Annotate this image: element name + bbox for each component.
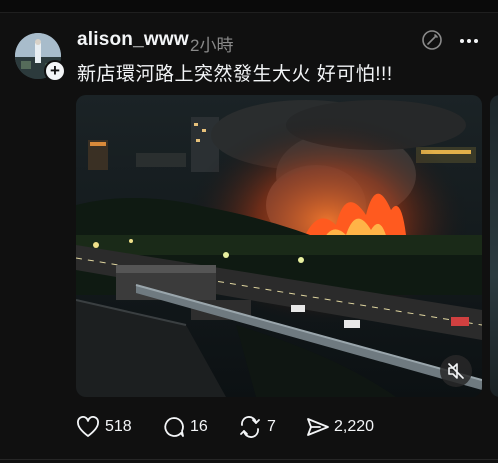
heart-icon [77,416,99,437]
repost-icon [240,416,260,438]
post-video[interactable] [76,95,482,397]
post-username[interactable]: alison_www [77,29,189,51]
reply-count: 16 [190,418,208,435]
comment-icon [164,417,184,437]
muted-speaker-icon [448,363,464,379]
repost-count: 7 [267,418,276,435]
reply-button[interactable]: 16 [162,414,212,442]
more-icon[interactable] [458,31,480,51]
post-timestamp: 2小時 [190,36,234,55]
edit-icon[interactable] [421,29,443,51]
like-count: 518 [105,418,132,435]
avatar-container[interactable]: + [15,33,66,82]
like-button[interactable]: 518 [76,414,136,442]
repost-button[interactable]: 7 [238,414,283,442]
share-count: 2,220 [334,418,375,435]
post-text: 新店環河路上突然發生大火 好可怕!!! [77,64,393,85]
top-divider [0,0,498,13]
next-media-preview[interactable] [490,95,498,397]
bottom-divider [0,459,498,460]
follow-plus-button[interactable]: + [44,60,66,82]
mute-button[interactable] [440,355,472,387]
send-icon [307,418,329,436]
share-button[interactable]: 2,220 [306,414,391,442]
